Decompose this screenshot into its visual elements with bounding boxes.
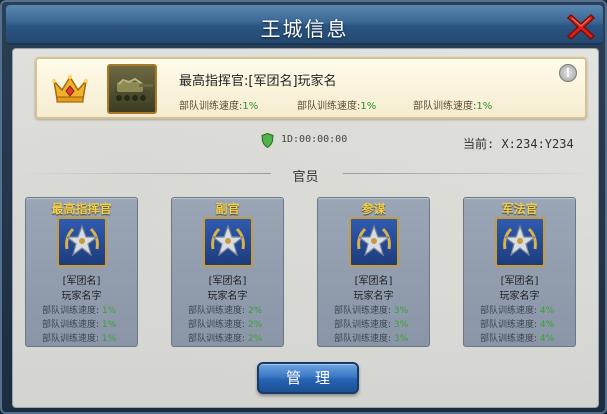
officer-stat: 部队训练速度: 4% [480,320,555,330]
officer-card[interactable]: 军法官 [军团名] 玩家名字 部队训练速度: 4% 部队训练速度: 4% 部队训… [463,197,576,347]
officer-card[interactable]: 最高指挥官 [军团名] 玩家名字 部队训练速度: 1% 部队训练速度: 1% 部… [25,197,138,347]
officer-title: 军法官 [501,202,538,216]
tank-portrait-icon [107,64,157,114]
officer-stat: 部队训练速度: 1% [42,334,117,344]
officer-title: 参谋 [361,202,386,216]
officer-stat: 部队训练速度: 4% [480,334,555,344]
star-wreath-emblem-icon [495,217,545,267]
commander-name: 最高指挥官:[军团名]玩家名 [179,74,337,89]
star-wreath-emblem-icon [57,217,107,267]
current-coordinates: 当前: X:234:Y234 [463,137,574,151]
officer-stat: 部队训练速度: 2% [188,334,263,344]
shield-icon [261,133,274,148]
officer-stat: 部队训练速度: 2% [188,320,263,330]
officer-title: 副官 [215,202,240,216]
officer-title: 最高指挥官 [51,202,112,216]
star-wreath-emblem-icon [349,217,399,267]
title-bar: 王城信息 [6,5,603,45]
content-panel: 最高指挥官:[军团名]玩家名 部队训练速度:1% 部队训练速度:1% 部队训练速… [12,48,599,408]
officer-stat: 部队训练速度: 3% [334,306,409,316]
officer-stat: 部队训练速度: 1% [42,306,117,316]
officer-stat: 部队训练速度: 3% [334,320,409,330]
officer-legion: [军团名] [500,276,539,287]
manage-button[interactable]: 管理 [257,362,359,394]
officer-stat: 部队训练速度: 4% [480,306,555,316]
city-info-window: 王城信息 最高指挥官:[军团名]玩家名 部队训练速度:1% 部队训练速度:1% … [0,0,607,414]
officer-stat: 部队训练速度: 3% [334,334,409,344]
close-icon[interactable] [565,11,597,43]
officer-player-name: 玩家名字 [207,291,248,302]
protection-timer: 1D:00:00:00 [281,134,348,145]
commander-card: 最高指挥官:[军团名]玩家名 部队训练速度:1% 部队训练速度:1% 部队训练速… [35,57,587,119]
info-icon[interactable]: ! [559,64,577,82]
window-title: 王城信息 [260,17,349,41]
commander-stat: 部队训练速度:1% [297,101,377,112]
officer-card[interactable]: 参谋 [军团名] 玩家名字 部队训练速度: 3% 部队训练速度: 3% 部队训练… [317,197,430,347]
officer-card[interactable]: 副官 [军团名] 玩家名字 部队训练速度: 2% 部队训练速度: 2% 部队训练… [171,197,284,347]
officer-player-name: 玩家名字 [499,291,540,302]
star-wreath-emblem-icon [203,217,253,267]
crown-icon [52,75,88,103]
officers-section-title: 官员 [292,170,319,185]
officer-stat: 部队训练速度: 1% [42,320,117,330]
officer-legion: [军团名] [354,276,393,287]
officer-player-name: 玩家名字 [61,291,102,302]
officer-player-name: 玩家名字 [353,291,394,302]
commander-stat: 部队训练速度:1% [179,101,259,112]
officer-stat: 部队训练速度: 2% [188,306,263,316]
commander-stat: 部队训练速度:1% [413,101,493,112]
officer-legion: [军团名] [62,276,101,287]
officer-legion: [军团名] [208,276,247,287]
